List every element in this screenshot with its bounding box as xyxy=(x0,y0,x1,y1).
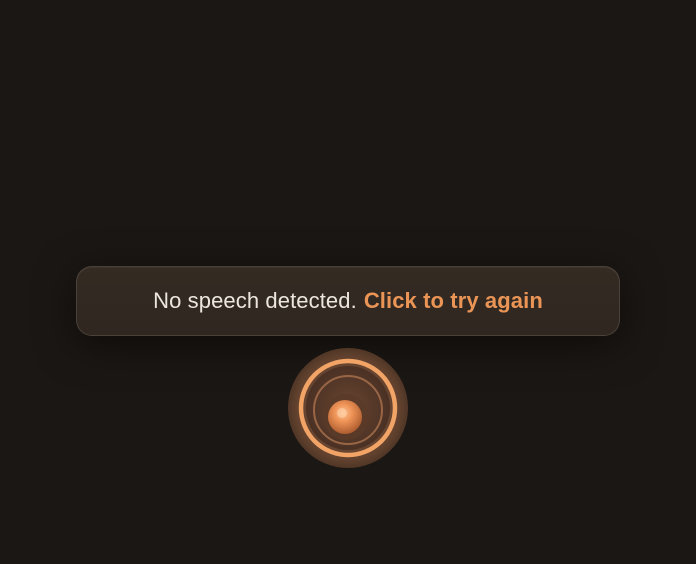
no-speech-toast: No speech detected. Click to try again xyxy=(76,266,620,336)
try-again-link[interactable]: Click to try again xyxy=(364,288,543,314)
voice-orb-button[interactable] xyxy=(287,347,409,469)
voice-listening-orb-icon xyxy=(288,348,408,468)
toast-message: No speech detected. xyxy=(153,288,357,313)
